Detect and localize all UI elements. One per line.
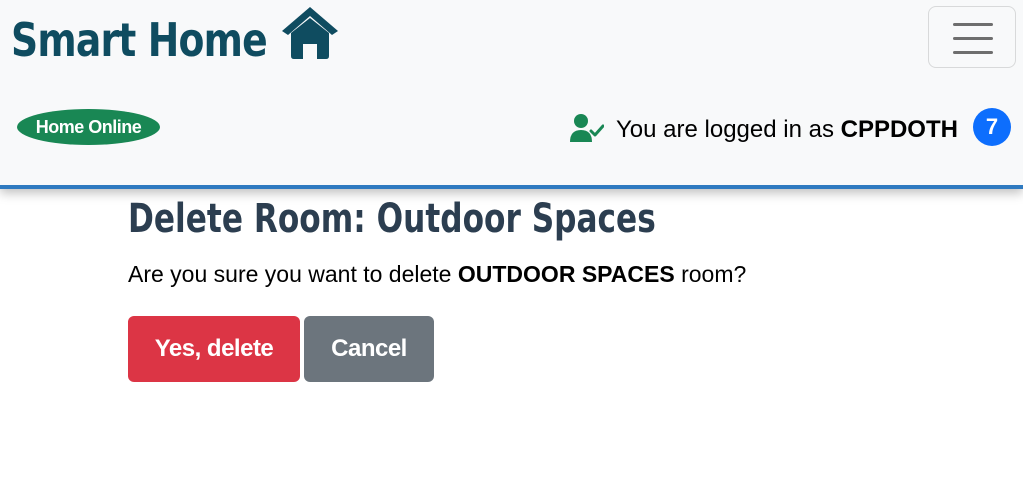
confirm-prefix: Are you sure you want to delete: [128, 261, 458, 287]
house-icon: [282, 7, 338, 59]
hamburger-menu-icon: [953, 37, 993, 40]
notification-badge[interactable]: 7: [973, 108, 1011, 146]
brand-title: Smart Home: [11, 13, 268, 67]
confirm-message: Are you sure you want to delete OUTDOOR …: [128, 258, 746, 290]
confirm-suffix: room?: [674, 261, 747, 287]
brand-link[interactable]: Smart Home: [11, 10, 323, 70]
user-check-icon: [570, 114, 604, 142]
hamburger-menu-icon: [953, 51, 993, 54]
hamburger-menu-icon: [953, 23, 993, 26]
username: CPPDOTH: [840, 116, 958, 143]
menu-toggle-button[interactable]: [928, 6, 1016, 68]
confirm-delete-button[interactable]: Yes, delete: [128, 316, 300, 382]
login-status-text: You are logged in as CPPDOTH: [616, 114, 958, 146]
home-status-badge: Home Online: [17, 109, 160, 145]
navbar: Smart Home Home Online You are logged in…: [0, 0, 1023, 189]
room-name: OUTDOOR SPACES: [457, 261, 675, 287]
login-prefix: You are logged in as: [616, 116, 841, 143]
cancel-button[interactable]: Cancel: [304, 316, 434, 382]
page-title: Delete Room: Outdoor Spaces: [128, 196, 656, 242]
